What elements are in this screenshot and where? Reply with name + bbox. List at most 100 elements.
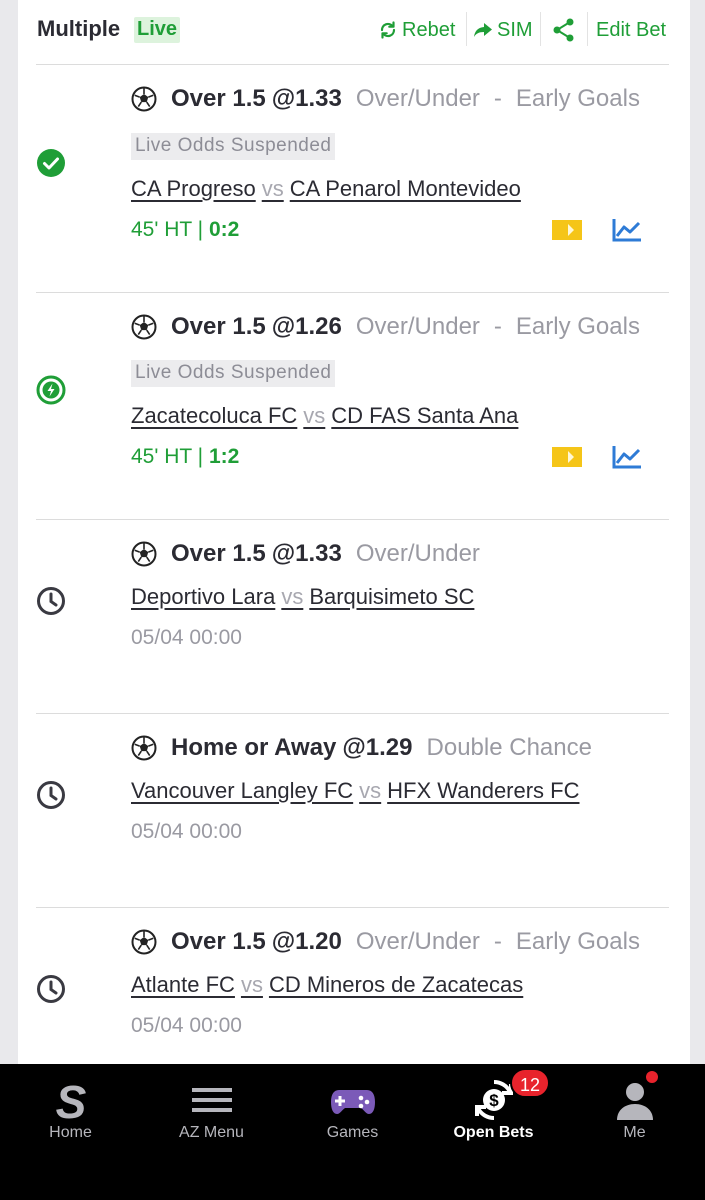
away-team: HFX Wanderers FC (387, 778, 580, 803)
match-link[interactable]: Zacatecoluca FC vs CD FAS Santa Ana (131, 403, 518, 429)
selection-name: Over 1.5 (171, 928, 266, 955)
share-button[interactable] (551, 14, 581, 46)
home-team: Vancouver Langley FC (131, 778, 354, 803)
rebet-button[interactable]: Rebet (378, 14, 455, 46)
sub-market-name: Early Goals (515, 313, 640, 340)
selection-name: Over 1.5 (171, 540, 266, 567)
check-circle-icon (37, 149, 65, 177)
edit-bet-button[interactable]: Edit Bet (596, 14, 666, 46)
gamepad-icon (330, 1090, 375, 1114)
soccer-ball-icon (131, 735, 157, 761)
match-clock: 45' HT | (131, 218, 204, 241)
bet-leg: Over 1.5 @1.33 Over/Under - Early Goals … (36, 65, 669, 293)
vs-label: vs (281, 584, 304, 609)
score-value: 0:2 (208, 218, 240, 241)
selection-name: Over 1.5 (171, 85, 266, 112)
nav-az-menu[interactable]: AZ Menu (141, 1064, 282, 1164)
kickoff-time: 05/04 00:00 (131, 1014, 242, 1037)
selection-odds: @1.33 (271, 85, 342, 112)
clock-icon (37, 587, 65, 615)
market-name: Over/Under (355, 928, 480, 955)
selection-odds: @1.33 (271, 540, 342, 567)
clock-icon (37, 975, 65, 1003)
market-name: Double Chance (426, 734, 592, 761)
sim-label: SIM (497, 18, 533, 41)
rebet-label: Rebet (402, 18, 456, 41)
bet-leg: Over 1.5 @1.20 Over/Under - Early Goals … (36, 908, 669, 1064)
live-stream-icon[interactable] (551, 219, 583, 241)
match-link[interactable]: Vancouver Langley FC vs HFX Wanderers FC (131, 778, 580, 804)
share-icon (553, 18, 574, 42)
home-team: Deportivo Lara (131, 584, 276, 609)
vs-label: vs (303, 403, 326, 428)
away-team: Barquisimeto SC (309, 584, 475, 609)
away-team: CA Penarol Montevideo (289, 176, 521, 201)
market-name: Over/Under (355, 85, 480, 112)
score-value: 1:2 (208, 445, 240, 468)
market-separator: - (493, 313, 502, 340)
vs-label: vs (261, 176, 284, 201)
header-divider (540, 12, 541, 46)
edit-bet-label: Edit Bet (596, 18, 667, 41)
match-clock: 45' HT | (131, 445, 204, 468)
sim-button[interactable]: SIM (473, 14, 533, 46)
soccer-ball-icon (131, 86, 157, 112)
nav-home-label: Home (49, 1124, 92, 1141)
away-team: CD FAS Santa Ana (331, 403, 519, 428)
svg-text:$: $ (489, 1091, 499, 1110)
selection-odds: @1.29 (342, 734, 413, 761)
match-link[interactable]: Atlante FC vs CD Mineros de Zacatecas (131, 972, 523, 998)
nav-az-menu-label: AZ Menu (179, 1124, 244, 1141)
kickoff-time: 05/04 00:00 (131, 820, 242, 843)
hamburger-icon (191, 1088, 232, 1112)
market-name: Over/Under (355, 540, 480, 567)
live-score: 45' HT | 0:2 (131, 218, 239, 242)
match-link[interactable]: CA Progreso vs CA Penarol Montevideo (131, 176, 521, 202)
live-score: 45' HT | 1:2 (131, 445, 239, 469)
nav-open-bets-label: Open Bets (453, 1124, 534, 1141)
stats-chart-icon[interactable] (611, 217, 643, 243)
kickoff-time: 05/04 00:00 (131, 626, 242, 649)
market-name: Over/Under (355, 313, 480, 340)
live-stream-icon[interactable] (551, 446, 583, 468)
market-separator: - (493, 928, 502, 955)
selection-name: Over 1.5 (171, 313, 266, 340)
selection-row: Over 1.5 @1.20 Over/Under - Early Goals (131, 928, 640, 956)
nav-games[interactable]: Games (282, 1064, 423, 1164)
vs-label: vs (359, 778, 382, 803)
soccer-ball-icon (131, 541, 157, 567)
home-team: CA Progreso (131, 176, 256, 201)
notification-dot (646, 1071, 658, 1083)
sub-market-name: Early Goals (515, 928, 640, 955)
selection-name: Home or Away (171, 734, 337, 761)
clock-icon (37, 781, 65, 809)
sub-market-name: Early Goals (515, 85, 640, 112)
refresh-icon (380, 21, 396, 39)
home-team: Zacatecoluca FC (131, 403, 298, 428)
nav-games-label: Games (326, 1124, 379, 1141)
bottom-nav: S Home AZ Menu Games $ Open Bets Me (0, 1064, 705, 1200)
away-team: CD Mineros de Zacatecas (268, 972, 524, 997)
selection-odds: @1.20 (271, 928, 342, 955)
header-divider (587, 12, 588, 46)
home-team: Atlante FC (131, 972, 235, 997)
vs-label: vs (240, 972, 263, 997)
bet-type-title: Multiple (37, 16, 121, 41)
soccer-ball-icon (131, 314, 157, 340)
market-separator: - (493, 85, 502, 112)
open-bets-count-badge: 12 (510, 1068, 550, 1098)
lightning-circle-icon (36, 375, 66, 405)
selection-odds: @1.26 (271, 313, 342, 340)
nav-home[interactable]: S Home (0, 1064, 141, 1164)
bet-leg: Over 1.5 @1.33 Over/Under Deportivo Lara… (36, 520, 669, 714)
header-divider (466, 12, 467, 46)
bet-slip-card: Multiple Live Rebet SIM Edit Bet Over 1.… (18, 0, 690, 1064)
match-link[interactable]: Deportivo Lara vs Barquisimeto SC (131, 584, 474, 610)
soccer-ball-icon (131, 929, 157, 955)
nav-me[interactable]: Me (564, 1064, 705, 1164)
selection-row: Over 1.5 @1.33 Over/Under (131, 540, 480, 568)
svg-text:S: S (55, 1076, 86, 1126)
stats-chart-icon[interactable] (611, 444, 643, 470)
suspended-badge: Live Odds Suspended (131, 133, 336, 160)
selection-row: Over 1.5 @1.26 Over/Under - Early Goals (131, 313, 640, 341)
